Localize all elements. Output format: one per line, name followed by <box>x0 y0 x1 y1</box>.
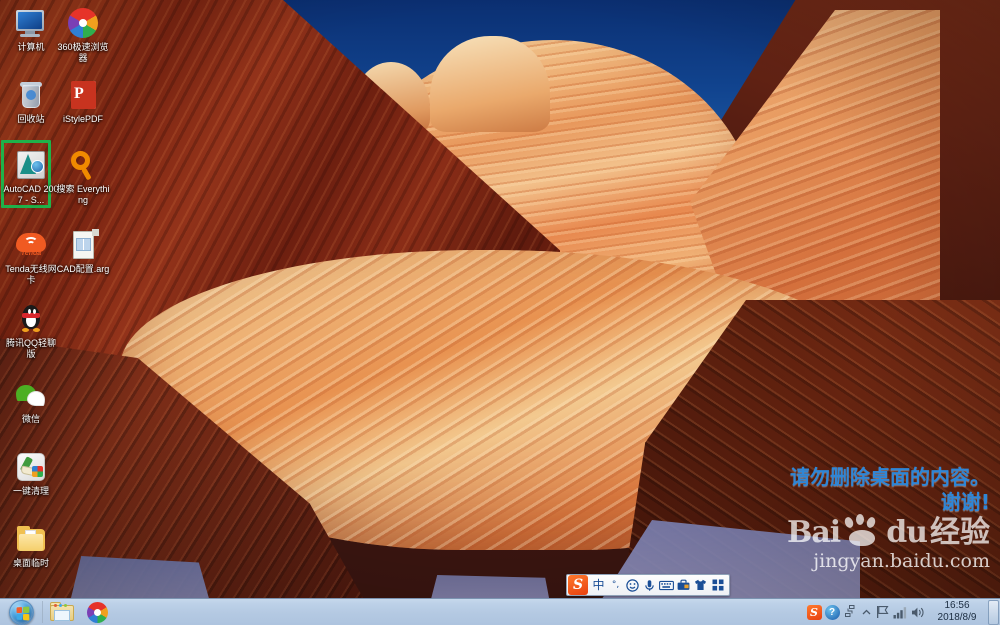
desktop-icon-wechat[interactable]: 微信 <box>3 378 59 425</box>
desktop-icon-label: 360极速浏览器 <box>57 42 109 63</box>
soft-keyboard-button[interactable] <box>658 575 675 595</box>
desktop-icon-label: 一键清理 <box>12 486 49 496</box>
tenda-wifi-icon: Tenda <box>14 228 48 262</box>
folder-icon <box>14 522 48 556</box>
speaker-icon <box>912 607 924 617</box>
desktop-wallpaper[interactable] <box>0 0 1000 598</box>
recycle-bin-icon <box>14 78 48 112</box>
360-browser-icon <box>86 601 108 623</box>
signal-bars-icon <box>893 606 907 618</box>
skin-button[interactable] <box>692 575 709 595</box>
desktop-icon-tencent-qq[interactable]: 腾讯QQ轻聊版 <box>3 302 59 360</box>
desktop-icon-label: iStylePDF <box>62 114 103 124</box>
desktop-icon-label: 腾讯QQ轻聊版 <box>5 338 56 359</box>
desktop-icon-label: 桌面临时 <box>12 558 49 568</box>
desktop-icon-istylepdf[interactable]: P iStylePDF <box>55 78 111 125</box>
desktop-icon-label: AutoCAD 2007 - S... <box>3 184 59 205</box>
desktop-icon-computer[interactable]: 计算机 <box>3 6 59 53</box>
tray-help[interactable]: ? <box>823 601 841 623</box>
emoji-button[interactable] <box>624 575 641 595</box>
desktop-icon-label: 搜索 Everything <box>56 184 110 205</box>
qq-penguin-icon <box>14 302 48 336</box>
tray-network[interactable] <box>891 601 909 623</box>
clock-date: 2018/8/9 <box>937 612 977 623</box>
taskbar-360-browser[interactable] <box>80 600 114 625</box>
desktop-icon-desktop-temp[interactable]: 桌面临时 <box>3 522 59 569</box>
taskbar: S ? 16:56 2018/8/9 <box>0 598 1000 625</box>
voice-input-button[interactable] <box>641 575 658 595</box>
desktop-icon-label: 微信 <box>21 414 40 424</box>
clock-time: 16:56 <box>944 600 970 611</box>
tray-volume[interactable] <box>909 601 927 623</box>
autocad-icon <box>14 148 48 182</box>
desktop-screen: 计算机 360极速浏览器 回收站 P iStylePDF AutoCAD 200… <box>0 0 1000 625</box>
search-everything-icon <box>66 148 100 182</box>
taskbar-divider <box>42 601 43 623</box>
desktop-icon-label: 计算机 <box>17 42 45 52</box>
toolbox-button[interactable] <box>675 575 692 595</box>
desktop-icon-one-click-clean[interactable]: 一键清理 <box>3 450 59 497</box>
chinese-mode-toggle[interactable]: 中 <box>590 575 607 595</box>
desktop-icon-label: Tenda无线网卡 <box>5 264 57 285</box>
show-desktop-button[interactable] <box>988 599 999 625</box>
desktop-icon-cad-config[interactable]: CAD配置.arg <box>55 228 111 275</box>
taskbar-clock[interactable]: 16:56 2018/8/9 <box>929 599 985 625</box>
taskbar-explorer[interactable] <box>45 600 79 625</box>
tray-action-center[interactable] <box>873 601 891 623</box>
chevron-up-icon <box>862 609 870 614</box>
flag-icon <box>876 606 889 618</box>
tray-show-hidden-icons[interactable] <box>859 601 873 623</box>
tray-sogou-ime[interactable]: S <box>805 601 823 623</box>
computer-icon <box>14 6 48 40</box>
tray-network-activity[interactable] <box>841 601 859 623</box>
desktop-icon-search-everything[interactable]: 搜索 Everything <box>55 148 111 206</box>
wallpaper-vignette <box>0 0 1000 598</box>
desktop-icon-recycle-bin[interactable]: 回收站 <box>3 78 59 125</box>
help-icon: ? <box>824 604 840 620</box>
wechat-icon <box>14 378 48 412</box>
desktop-icon-autocad-2007[interactable]: AutoCAD 2007 - S... <box>3 148 59 206</box>
start-button[interactable] <box>2 599 40 625</box>
sogou-ime-bar[interactable]: S 中 °, <box>566 574 730 596</box>
istylepdf-icon: P <box>66 78 100 112</box>
app-grid-button[interactable] <box>709 575 726 595</box>
desktop-icon-label: CAD配置.arg <box>56 264 110 274</box>
broom-clean-icon <box>14 450 48 484</box>
sogou-icon: S <box>806 604 822 620</box>
desktop-icon-360-browser[interactable]: 360极速浏览器 <box>55 6 111 64</box>
sogou-logo-icon[interactable]: S <box>568 575 588 595</box>
punctuation-toggle[interactable]: °, <box>607 575 624 595</box>
360-browser-icon <box>66 6 100 40</box>
folder-explorer-icon <box>49 601 75 623</box>
desktop-icon-tenda-wireless[interactable]: Tenda Tenda无线网卡 <box>3 228 59 286</box>
network-activity-icon <box>845 605 855 617</box>
desktop-icon-label: 回收站 <box>17 114 45 124</box>
desktop-icon-grid: 计算机 360极速浏览器 回收站 P iStylePDF AutoCAD 200… <box>0 0 120 598</box>
document-icon <box>66 228 100 262</box>
system-tray: S ? 16:56 2018/8/9 <box>805 599 1000 625</box>
windows-logo-icon <box>8 599 34 625</box>
